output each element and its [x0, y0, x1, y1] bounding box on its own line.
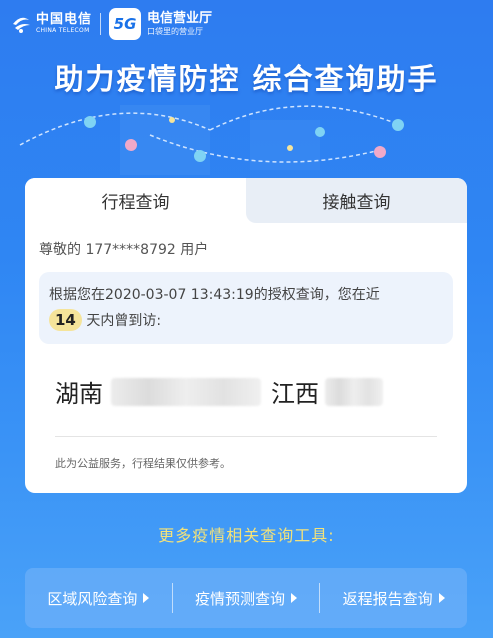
disclaimer: 此为公益服务，行程结果仅供参考。 [55, 457, 231, 470]
days-badge: 14 [49, 309, 82, 331]
china-telecom-icon [13, 17, 30, 33]
carrier-en-name: CHINA TELECOM [36, 27, 90, 34]
tools-bar: 区域风险查询 疫情预测查询 返程报告查询 [25, 568, 467, 628]
arrow-right-icon [143, 593, 150, 603]
arrow-right-icon [438, 593, 445, 603]
map-pin-icon [84, 116, 96, 128]
place-name: 湖南 [55, 380, 103, 408]
tool-label: 返程报告查询 [342, 589, 433, 608]
tab-contact-query[interactable]: 接触查询 [246, 178, 467, 223]
map-dot-icon [169, 117, 175, 123]
app-name: 电信营业厅 [147, 11, 213, 26]
place-name: 江西 [271, 380, 319, 408]
map-pin-icon [194, 150, 206, 162]
arrow-right-icon [291, 593, 298, 603]
header: 中国电信 CHINA TELECOM 5G 电信营业厅 口袋里的营业厅 [0, 0, 493, 48]
return-report-query-button[interactable]: 返程报告查询 [320, 568, 467, 628]
user-greeting: 尊敬的 177****8792 用户 [39, 239, 208, 259]
phone-number: 177****8792 [85, 242, 176, 258]
china-telecom-logo: 中国电信 CHINA TELECOM [10, 13, 92, 35]
map-pin-icon [125, 139, 137, 151]
greeting-prefix: 尊敬的 [39, 242, 81, 258]
notice-text-end: 天内曾到访: [86, 313, 162, 329]
header-divider [100, 13, 102, 35]
tool-label: 疫情预测查询 [195, 589, 286, 608]
app-logo: 5G [109, 8, 142, 40]
card-divider [55, 436, 437, 437]
app-badge: 5G [113, 15, 137, 33]
query-tabs: 行程查询 接触查询 [25, 178, 467, 223]
map-pin-icon [392, 119, 404, 131]
redacted-detail [325, 377, 383, 406]
more-tools-title: 更多疫情相关查询工具: [158, 526, 335, 545]
map-dot-icon [287, 145, 293, 151]
app-slogan: 口袋里的营业厅 [147, 27, 204, 36]
query-notice: 根据您在2020-03-07 13:43:19的授权查询，您在近 14 天内曾到… [39, 272, 453, 344]
map-decoration [19, 105, 404, 175]
query-card: 行程查询 接触查询 尊敬的 177****8792 用户 根据您在2020-03… [25, 178, 467, 493]
greeting-suffix: 用户 [180, 242, 209, 258]
carrier-name: 中国电信 [36, 12, 93, 27]
regional-risk-query-button[interactable]: 区域风险查询 [25, 568, 172, 628]
epidemic-forecast-query-button[interactable]: 疫情预测查询 [173, 568, 320, 628]
visited-places: 湖南 江西 [55, 374, 383, 409]
tab-itinerary-query[interactable]: 行程查询 [25, 178, 246, 223]
map-pin-icon [315, 127, 325, 137]
tool-label: 区域风险查询 [47, 589, 138, 608]
map-pin-icon [374, 146, 386, 158]
redacted-detail [111, 377, 261, 406]
notice-text: 根据您在2020-03-07 13:43:19的授权查询，您在近 [49, 287, 380, 303]
